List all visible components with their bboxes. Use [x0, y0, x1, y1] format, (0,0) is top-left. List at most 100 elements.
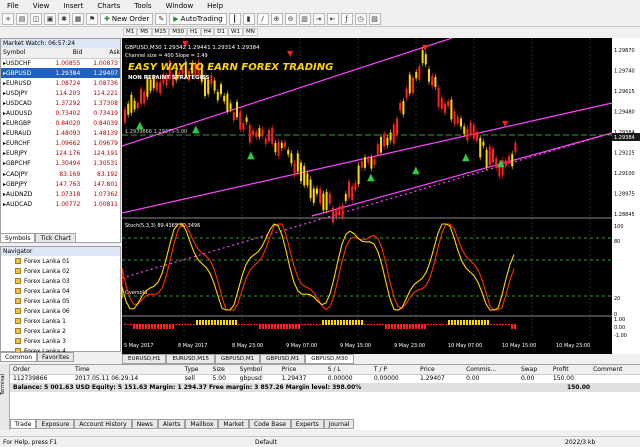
navigator-item[interactable]: Forex Lanka 05 — [1, 296, 120, 306]
menu-window[interactable]: Window — [159, 2, 201, 10]
tab-symbols[interactable]: Symbols — [0, 233, 36, 243]
navigator-item[interactable]: Forex Lanka 01 — [1, 256, 120, 266]
terminal-tab-market[interactable]: Market — [218, 419, 250, 429]
navigator-item[interactable]: Forex Lanka 2 — [1, 326, 120, 336]
terminal-header[interactable]: Symbol — [236, 365, 279, 375]
market-watch-row[interactable]: ▸EURAUD 1.48093 1.48139 — [1, 129, 120, 139]
market-watch-row[interactable]: ▸EURUSD 1.08724 1.08736 — [1, 78, 120, 88]
timeframe-w1[interactable]: W1 — [228, 28, 243, 36]
market-watch-row[interactable]: ▸GBPJPY 147.763 147.801 — [1, 179, 120, 189]
chart-shift-icon[interactable]: ⇤ — [326, 12, 339, 25]
terminal-tab-account-history[interactable]: Account History — [74, 419, 132, 429]
terminal-header[interactable]: Swap — [517, 365, 550, 375]
navigator-item[interactable]: Forex Lanka 06 — [1, 306, 120, 316]
market-watch-row[interactable]: ▸EURGBP 0.84020 0.84039 — [1, 119, 120, 129]
tab-tick-chart[interactable]: Tick Chart — [35, 233, 76, 243]
market-watch-row[interactable]: ▸AUDCAD 1.00772 1.00811 — [1, 199, 120, 209]
terminal-tab-experts[interactable]: Experts — [290, 419, 324, 429]
market-watch-row[interactable]: ▸USDCAD 1.37292 1.37308 — [1, 98, 120, 108]
terminal-header[interactable]: S / L — [324, 365, 371, 375]
chart-tab[interactable]: GBPUSD,M1 — [260, 354, 306, 364]
navigator-item[interactable]: Forex Lanka 3 — [1, 336, 120, 346]
timeframe-h4[interactable]: H4 — [200, 28, 215, 36]
market-watch-row[interactable]: ▸EURCHF 1.09662 1.09679 — [1, 139, 120, 149]
menu-charts[interactable]: Charts — [90, 2, 127, 10]
menu-view[interactable]: View — [26, 2, 57, 10]
chart-tab[interactable]: GBPUSD,M1 — [215, 354, 261, 364]
menu-file[interactable]: File — [0, 2, 26, 10]
bar-chart-icon[interactable]: ┃ — [228, 12, 241, 25]
mw-header-ask[interactable]: Ask — [82, 48, 120, 59]
timeframe-d1[interactable]: D1 — [214, 28, 229, 36]
tab-common[interactable]: Common — [0, 352, 38, 362]
menu-insert[interactable]: Insert — [56, 2, 90, 10]
candle-body — [450, 99, 453, 120]
terminal-tab-trade[interactable]: Trade — [10, 419, 37, 429]
market-watch-row[interactable]: ▸USDJPY 114.203 114.221 — [1, 88, 120, 98]
new-chart-icon[interactable]: + — [2, 12, 14, 25]
tile-icon[interactable]: ▥ — [298, 12, 311, 25]
market-watch-row[interactable]: ▸USDCHF 1.00855 1.00873 — [1, 58, 120, 68]
navigator-item[interactable]: Forex Lanka 1 — [1, 316, 120, 326]
market-watch-icon[interactable]: ◫ — [30, 12, 42, 25]
terminal-tab-journal[interactable]: Journal — [323, 419, 355, 429]
zoom-in-icon[interactable]: ⊕ — [270, 12, 283, 25]
navigator-icon[interactable]: ✱ — [58, 12, 70, 25]
market-watch-row[interactable]: ▸CADJPY 83.169 83.192 — [1, 169, 120, 179]
autoscroll-icon[interactable]: ⇥ — [312, 12, 325, 25]
chart-tab[interactable]: EURUSD,H1 — [122, 354, 167, 364]
terminal-header[interactable]: Commis... — [463, 365, 518, 375]
tester-icon[interactable]: ⚑ — [86, 12, 98, 25]
price-chart[interactable]: ▲ ▲ ▲ ▲ ▲ ▲ ▲ ▼ ▼ ▼ ▼ GBPUSD,M30 1.29342 1.29441 1.… — [121, 37, 640, 354]
terminal-header[interactable]: T / P — [370, 365, 417, 375]
menu-tools[interactable]: Tools — [127, 2, 158, 10]
market-watch-row[interactable]: ▸GBPCHF 1.30494 1.30531 — [1, 159, 120, 169]
timeframe-m15[interactable]: M15 — [151, 28, 170, 36]
terminal-header[interactable]: Order — [10, 365, 72, 375]
timeframe-m30[interactable]: M30 — [169, 28, 187, 36]
timeframe-m1[interactable]: M1 — [123, 28, 138, 36]
terminal-header[interactable]: Profit — [549, 365, 591, 375]
zoom-out-icon[interactable]: ⊖ — [284, 12, 297, 25]
terminal-header[interactable]: Price — [417, 365, 464, 375]
templates-icon[interactable]: ▧ — [368, 12, 381, 25]
market-watch-row[interactable]: ▸AUDUSD 0.73402 0.73419 — [1, 108, 120, 118]
timeframe-h1[interactable]: H1 — [187, 28, 201, 36]
chart-tab[interactable]: GBPUSD,M30 — [305, 354, 354, 364]
metaeditor-icon[interactable]: ✎ — [155, 12, 168, 25]
terminal-tab-code-base[interactable]: Code Base — [249, 419, 291, 429]
terminal-header[interactable]: Time — [71, 365, 182, 375]
navigator-item[interactable]: Forex Lanka 02 — [1, 266, 120, 276]
indicators-icon[interactable]: ƒ — [340, 12, 353, 25]
market-watch-row[interactable]: ▸GBPUSD 1.29384 1.29407 — [1, 68, 120, 79]
market-watch-row[interactable]: ▸EURJPY 124.176 124.191 — [1, 149, 120, 159]
timeframe-m5[interactable]: M5 — [137, 28, 152, 36]
chart-tab[interactable]: EURUSD,M15 — [166, 354, 216, 364]
line-chart-icon[interactable]: ∕ — [256, 12, 269, 25]
period-icon[interactable]: ◷ — [354, 12, 367, 25]
terminal-header[interactable]: Size — [209, 365, 237, 375]
timeframe-mn[interactable]: MN — [242, 28, 258, 36]
terminal-header[interactable]: Type — [181, 365, 210, 375]
profiles-icon[interactable]: ▤ — [16, 12, 28, 25]
data-window-icon[interactable]: ▣ — [44, 12, 56, 25]
tab-favorites[interactable]: Favorites — [37, 352, 75, 362]
terminal-header[interactable]: Price — [278, 365, 325, 375]
menu-help[interactable]: Help — [200, 2, 230, 10]
terminal-tab-alerts[interactable]: Alerts — [157, 419, 186, 429]
navigator-item[interactable]: Forex Lanka 03 — [1, 276, 120, 286]
table-row[interactable]: 112739866 2017.05.11 06:29:14 sell 5.00 gbpu… — [10, 374, 640, 383]
terminal-tab-mailbox[interactable]: Mailbox — [185, 419, 219, 429]
navigator-item[interactable]: Forex Lanka 04 — [1, 286, 120, 296]
autotrading-button[interactable]: ▶ AutoTrading — [169, 12, 227, 25]
mw-header-bid[interactable]: Bid — [44, 48, 83, 59]
terminal-header[interactable]: Comment — [590, 365, 640, 375]
terminal-tab-news[interactable]: News — [131, 419, 158, 429]
terminal-icon[interactable]: ▦ — [72, 12, 84, 25]
mw-header-symbol[interactable]: Symbol — [1, 48, 45, 59]
market-watch-row[interactable]: ▸AUDNZD 1.07318 1.07362 — [1, 189, 120, 199]
terminal-tab-exposure[interactable]: Exposure — [36, 419, 75, 429]
candle-chart-icon[interactable]: ▮ — [242, 12, 255, 25]
new-order-button[interactable]: ✚ New Order — [100, 12, 154, 25]
chart-canvas[interactable]: ▲ ▲▲▲▲▲▲▼▼▼▼GBPUSD,M30 1.29342 1.29441 1.… — [121, 37, 640, 354]
